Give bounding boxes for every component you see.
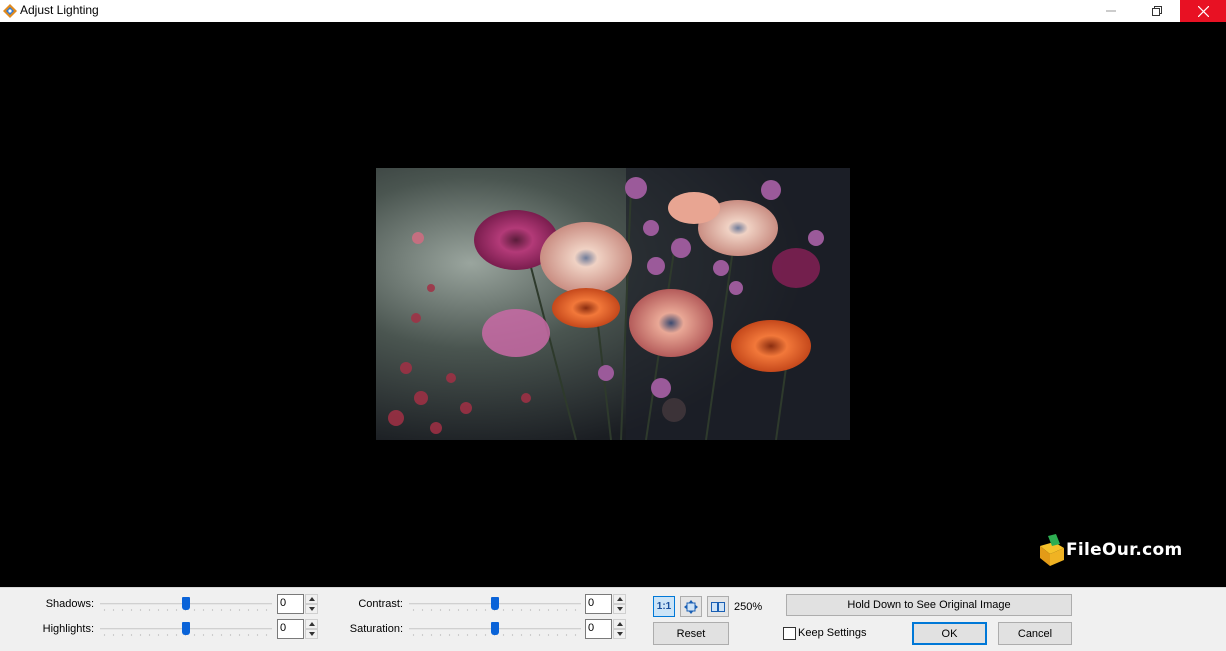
arrow-down-icon (616, 607, 623, 611)
highlights-value[interactable]: 0 (277, 619, 304, 639)
app-logo-icon (3, 4, 17, 18)
saturation-label: Saturation: (349, 623, 403, 635)
split-view-icon (711, 601, 725, 612)
keep-settings-label[interactable]: Keep Settings (798, 627, 867, 639)
highlights-slider[interactable] (100, 622, 272, 636)
minimize-button[interactable] (1088, 0, 1134, 22)
saturation-value[interactable]: 0 (585, 619, 612, 639)
close-icon (1197, 5, 1209, 17)
keep-settings-checkbox[interactable] (783, 627, 796, 640)
image-preview-area[interactable]: FileOur.com (0, 22, 1226, 587)
highlights-label: Highlights: (42, 623, 94, 635)
slider-thumb[interactable] (182, 622, 190, 635)
shadows-value[interactable]: 0 (277, 594, 304, 614)
window-title: Adjust Lighting (20, 3, 99, 17)
watermark: FileOur.com (1036, 534, 1196, 570)
watermark-logo-icon (1040, 534, 1064, 566)
saturation-spinbox[interactable]: 0 (585, 619, 627, 639)
contrast-label: Contrast: (358, 598, 403, 610)
spin-arrows[interactable] (613, 594, 626, 614)
watermark-text: FileOur.com (1066, 540, 1183, 560)
fit-to-window-icon (684, 599, 698, 614)
shadows-label: Shadows: (45, 598, 94, 610)
arrow-up-icon (616, 597, 623, 601)
minimize-icon (1106, 10, 1116, 12)
preview-image (376, 168, 850, 440)
shadows-slider[interactable] (100, 597, 272, 611)
reset-button[interactable]: Reset (653, 622, 729, 645)
close-button[interactable] (1180, 0, 1226, 22)
adjustment-panel: Shadows: 0 Highlights: 0 Contrast: 0 Sat… (0, 587, 1226, 651)
arrow-up-icon (616, 622, 623, 626)
spin-down-button[interactable] (613, 604, 626, 614)
spin-up-button[interactable] (613, 619, 626, 629)
actual-size-label: 1:1 (656, 601, 672, 612)
hold-original-button[interactable]: Hold Down to See Original Image (786, 594, 1072, 616)
slider-thumb[interactable] (491, 622, 499, 635)
spin-arrows[interactable] (613, 619, 626, 639)
contrast-spinbox[interactable]: 0 (585, 594, 627, 614)
split-view-button[interactable] (707, 596, 729, 617)
actual-size-button[interactable]: 1:1 (653, 596, 675, 617)
slider-thumb[interactable] (182, 597, 190, 610)
spin-up-button[interactable] (613, 594, 626, 604)
restore-button[interactable] (1134, 0, 1180, 22)
fit-to-window-button[interactable] (680, 596, 702, 617)
contrast-value[interactable]: 0 (585, 594, 612, 614)
slider-thumb[interactable] (491, 597, 499, 610)
arrow-down-icon (616, 632, 623, 636)
restore-icon (1152, 6, 1162, 16)
ok-button[interactable]: OK (912, 622, 987, 645)
saturation-slider[interactable] (409, 622, 581, 636)
cancel-button[interactable]: Cancel (998, 622, 1072, 645)
title-bar: Adjust Lighting (0, 0, 1226, 22)
spin-down-button[interactable] (613, 629, 626, 639)
zoom-level: 250% (734, 601, 763, 613)
contrast-slider[interactable] (409, 597, 581, 611)
